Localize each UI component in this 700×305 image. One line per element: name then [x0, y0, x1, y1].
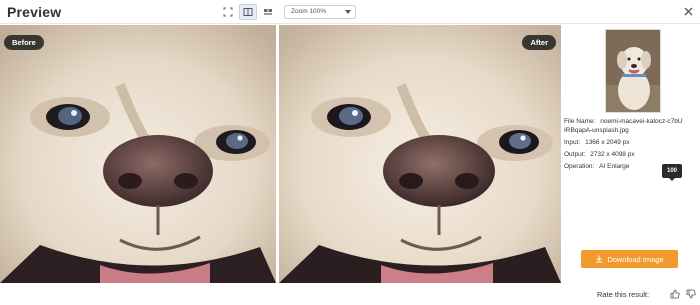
fit-view-button[interactable]	[219, 4, 237, 20]
thumbs-down-button[interactable]	[684, 287, 698, 301]
dog-thumbnail-image	[606, 30, 660, 112]
before-tag: Before	[4, 35, 44, 50]
before-image-panel[interactable]: Before	[0, 25, 276, 283]
split-view-button[interactable]	[239, 4, 257, 20]
close-icon	[684, 7, 692, 15]
thumbs-down-icon	[686, 289, 696, 299]
thumbs-up-icon	[670, 289, 680, 299]
image-info-panel: File Name: noemi-macavei-katocz-c7bU IRB…	[561, 25, 700, 283]
download-button-label: Download Image	[607, 254, 664, 264]
file-name-continued: IRBqapA-unsplash.jpg	[564, 127, 629, 134]
close-button[interactable]	[680, 3, 696, 19]
split-view-icon	[243, 8, 253, 16]
after-tag: After	[522, 35, 556, 50]
file-name-label: File Name:	[564, 118, 596, 125]
after-image	[279, 25, 561, 283]
file-name-row: File Name: noemi-macavei-katocz-c7bU	[564, 117, 700, 126]
page-title: Preview	[7, 4, 62, 20]
side-by-side-view-icon	[264, 9, 272, 15]
before-image	[0, 25, 276, 283]
input-value: 1366 x 2049 px	[585, 139, 630, 146]
zoom-select-value: Zoom 100%	[291, 8, 327, 15]
scale-badge: 100	[662, 164, 682, 181]
view-mode-toolbar	[219, 4, 277, 20]
file-name-value: noemi-macavei-katocz-c7bU	[600, 118, 683, 125]
fit-view-icon	[223, 7, 233, 17]
preview-header: Preview Zoom 100%	[0, 0, 700, 24]
operation-label: Operation:	[564, 163, 595, 170]
zoom-select[interactable]: Zoom 100%	[284, 5, 356, 19]
thumbs-up-button[interactable]	[668, 287, 682, 301]
rate-label: Rate this result:	[597, 290, 650, 299]
side-by-side-view-button[interactable]	[259, 4, 277, 20]
input-row: Input: 1366 x 2049 px	[564, 138, 700, 147]
input-label: Input:	[564, 139, 581, 146]
output-value: 2732 x 4098 px	[590, 151, 635, 158]
original-thumbnail	[605, 29, 661, 113]
output-label: Output:	[564, 151, 586, 158]
download-image-button[interactable]: Download Image	[581, 250, 678, 268]
download-icon	[596, 255, 603, 263]
rating-footer: Rate this result:	[0, 283, 700, 305]
after-image-panel[interactable]: After	[279, 25, 561, 283]
output-row: Output: 2732 x 4098 px	[564, 150, 700, 159]
operation-value: AI Enlarge	[599, 163, 630, 170]
chevron-down-icon	[345, 10, 351, 14]
